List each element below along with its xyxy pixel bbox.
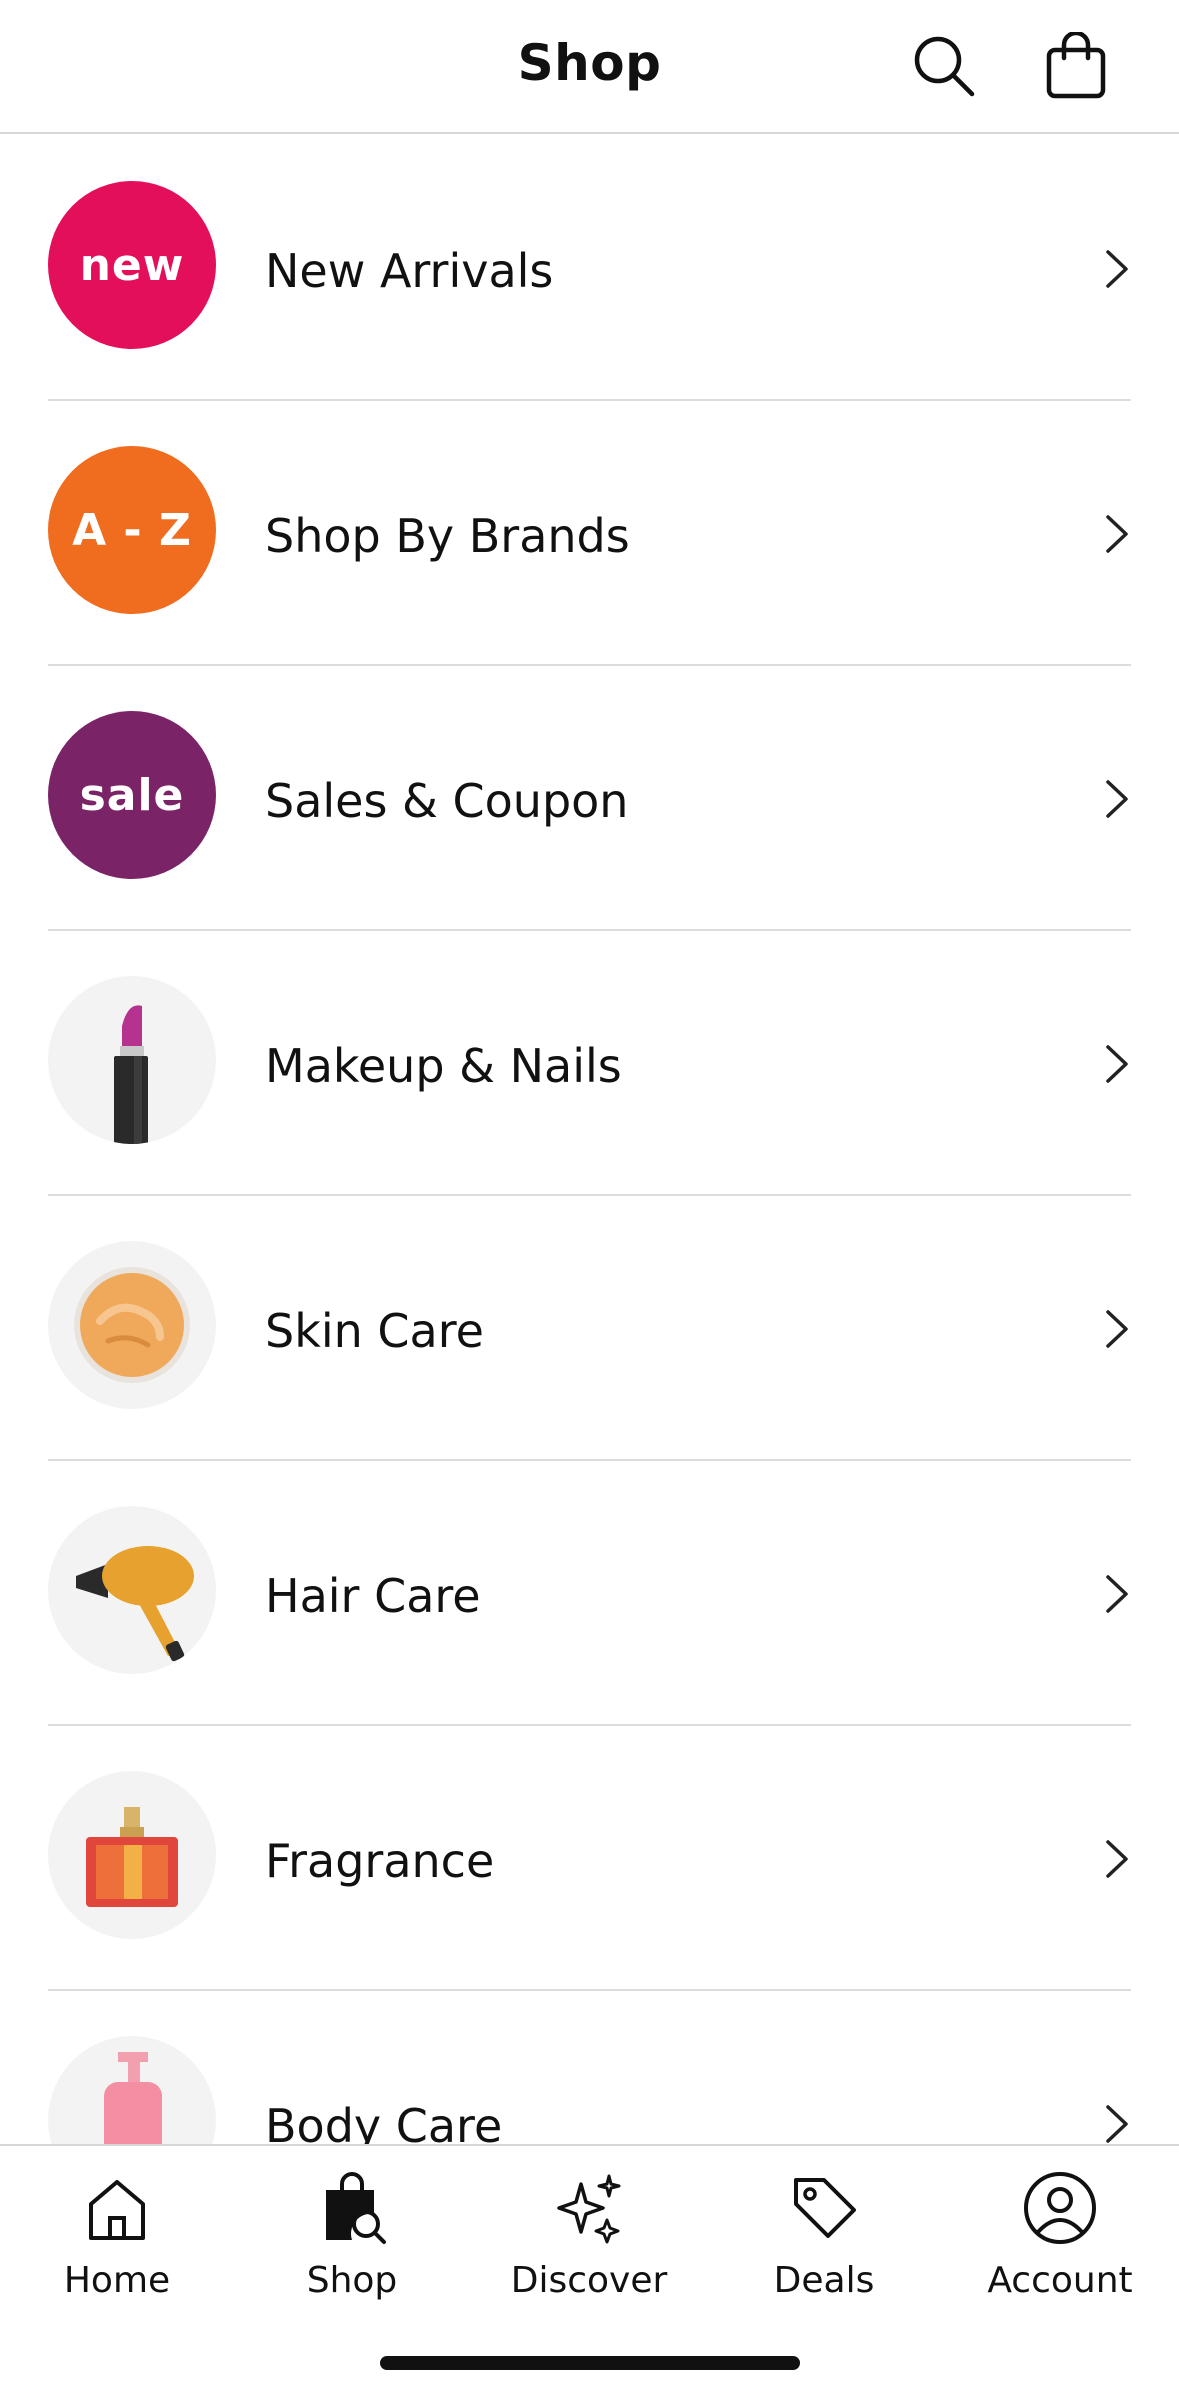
category-label: Body Care [265, 2099, 503, 2144]
account-icon [1024, 2172, 1096, 2244]
category-label: Sales & Coupon [265, 774, 629, 828]
category-label: Shop By Brands [265, 509, 630, 563]
new-badge: new [48, 181, 216, 349]
category-row-new-arrivals[interactable]: new New Arrivals [48, 136, 1131, 401]
category-row-hair-care[interactable]: Hair Care [48, 1461, 1131, 1726]
chevron-right-icon [1106, 2105, 1128, 2143]
sale-badge: sale [48, 711, 216, 879]
category-row-sales-coupon[interactable]: sale Sales & Coupon [48, 666, 1131, 931]
cart-button[interactable] [1036, 26, 1116, 106]
chevron-right-icon [1106, 1575, 1128, 1613]
shop-bag-search-icon [326, 2172, 386, 2244]
tab-label: Shop [306, 2260, 398, 2301]
a-z-badge: A - Z [48, 446, 216, 614]
category-row-shop-by-brands[interactable]: A - Z Shop By Brands [48, 401, 1131, 666]
lotion-bottle-image [48, 2036, 216, 2144]
category-label: Fragrance [265, 1834, 495, 1888]
page-title: Shop [517, 34, 662, 92]
badge-text: A - Z [72, 504, 192, 556]
category-list: new New Arrivals A - Z Shop By Brands sa… [0, 136, 1179, 2144]
shop-screen: Shop new New Arrivals A - Z Shop By Bran… [0, 0, 1179, 2396]
tab-discover[interactable]: Discover [489, 2168, 689, 2318]
hair-dryer-image [48, 1506, 216, 1674]
chevron-right-icon [1106, 250, 1128, 288]
category-label: New Arrivals [265, 244, 554, 298]
home-indicator [380, 2356, 800, 2370]
cream-jar-image [48, 1241, 216, 1409]
chevron-right-icon [1106, 515, 1128, 553]
top-nav-bar: Shop [0, 0, 1179, 134]
tab-deals[interactable]: Deals [724, 2168, 924, 2318]
tab-label: Account [987, 2260, 1133, 2301]
category-label: Makeup & Nails [265, 1039, 622, 1093]
home-icon [89, 2180, 145, 2240]
chevron-right-icon [1106, 1840, 1128, 1878]
category-label: Skin Care [265, 1304, 484, 1358]
chevron-right-icon [1106, 1310, 1128, 1348]
tab-label: Deals [773, 2260, 875, 2301]
category-row-skin-care[interactable]: Skin Care [48, 1196, 1131, 1461]
category-row-body-care[interactable]: Body Care [48, 1991, 1131, 2144]
sparkles-icon [557, 2174, 621, 2244]
tab-home[interactable]: Home [17, 2168, 217, 2318]
tab-label: Discover [510, 2260, 668, 2301]
badge-text: sale [79, 769, 185, 821]
search-icon [914, 36, 975, 97]
tab-account[interactable]: Account [960, 2168, 1160, 2318]
tab-shop[interactable]: Shop [252, 2168, 452, 2318]
category-row-makeup-nails[interactable]: Makeup & Nails [48, 931, 1131, 1196]
tag-icon [794, 2178, 856, 2238]
chevron-right-icon [1106, 1045, 1128, 1083]
category-label: Hair Care [265, 1569, 481, 1623]
perfume-bottle-image [48, 1771, 216, 1939]
search-button[interactable] [904, 26, 984, 106]
chevron-right-icon [1106, 780, 1128, 818]
tab-label: Home [63, 2260, 171, 2301]
badge-text: new [79, 239, 185, 291]
category-row-fragrance[interactable]: Fragrance [48, 1726, 1131, 1991]
shopping-bag-icon [1046, 32, 1106, 99]
lipstick-image [48, 976, 216, 1144]
